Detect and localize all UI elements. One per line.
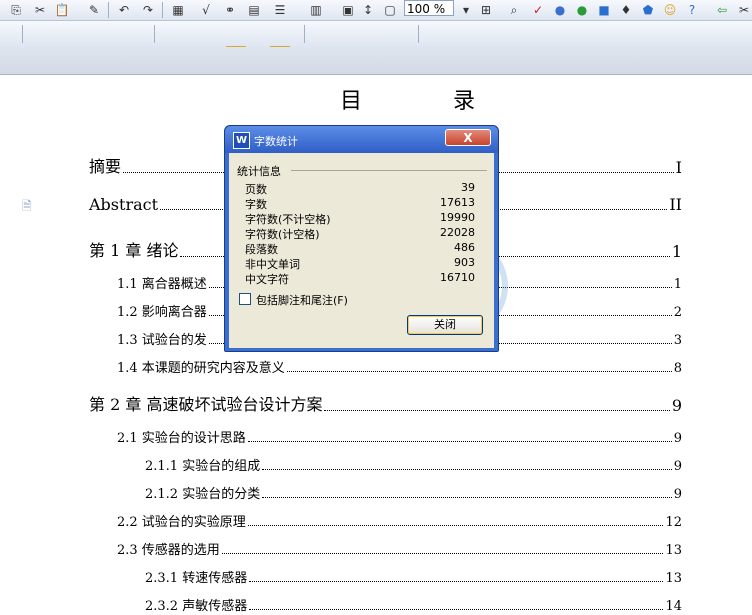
insert-table-icon[interactable]: ▤: [246, 2, 262, 18]
help-icon[interactable]: ?: [684, 2, 700, 18]
dialog-title: 字数统计: [254, 135, 298, 148]
stat-row: 字符数(计空格) 22028: [245, 226, 475, 241]
toc-entry[interactable]: 2.1 实验台的设计思路 9: [117, 427, 682, 446]
standard-toolbar: ⎘ ✂ 📋 ✎ ↶ ↷ ▦ √ ⚭ ▤ ☰ ▥ ▣ ↕ ▢ 100 % ▾ ⊞ …: [0, 0, 752, 21]
toc-entry[interactable]: 2.3.2 声敏传感器 14: [145, 595, 682, 614]
toolbar-separator: [162, 2, 163, 18]
word-count-dialog: W 字数统计 X 统计信息 页数 39 字数 17613 字符数(不计空格) 1…: [224, 125, 499, 352]
toc-entry[interactable]: 2.3 传感器的选用 13: [117, 539, 682, 558]
zoom-select[interactable]: 100 %: [404, 0, 454, 16]
chevron-down-icon[interactable]: ▾: [458, 2, 474, 18]
internet-icon[interactable]: ●: [552, 2, 568, 18]
toc-entry[interactable]: 2.1.2 实验台的分类 9: [145, 483, 682, 502]
toc-entry[interactable]: 2.3.1 转速传感器 13: [145, 567, 682, 586]
chart-icon[interactable]: ▥: [308, 2, 324, 18]
find-icon[interactable]: ⌕: [506, 2, 522, 18]
insert-object-icon[interactable]: ⊞: [478, 2, 494, 18]
show-formatting-icon[interactable]: ↕: [360, 2, 376, 18]
more-icon[interactable]: ✂: [736, 2, 752, 18]
close-button[interactable]: 关闭: [407, 315, 483, 335]
group-label: 统计信息: [237, 165, 281, 178]
include-footnotes-checkbox[interactable]: [239, 293, 251, 305]
toolbar-separator: [22, 25, 23, 43]
stat-row: 非中文单词 903: [245, 256, 475, 271]
formula-icon[interactable]: √: [198, 2, 214, 18]
toc-entry[interactable]: 2.1.1 实验台的组成 9: [145, 455, 682, 474]
feedback-icon[interactable]: ☺: [662, 2, 678, 18]
toolbar-separator: [418, 25, 419, 43]
redo-icon[interactable]: ↷: [140, 2, 156, 18]
spellcheck-icon[interactable]: ✓: [530, 2, 546, 18]
stat-row: 中文字符 16710: [245, 271, 475, 286]
toc-entry[interactable]: 第 2 章 高速破坏试验台设计方案 9: [89, 391, 682, 415]
group-divider: [291, 170, 487, 171]
toolbar-separator: [154, 25, 155, 43]
copy-icon[interactable]: ⎘: [8, 2, 24, 18]
dialog-titlebar[interactable]: W 字数统计 X: [225, 126, 498, 153]
share-icon[interactable]: ●: [574, 2, 590, 18]
skin-icon[interactable]: ♦: [618, 2, 634, 18]
security-icon[interactable]: ⬟: [640, 2, 656, 18]
document-map-icon[interactable]: ▣: [340, 2, 356, 18]
stat-row: 页数 39: [245, 181, 475, 196]
print-preview-icon[interactable]: ▢: [382, 2, 398, 18]
toc-entry[interactable]: 2.2 试验台的实验原理 12: [117, 511, 682, 530]
include-footnotes-label[interactable]: 包括脚注和尾注(F): [256, 292, 348, 308]
columns-icon[interactable]: ☰: [272, 2, 288, 18]
cut-icon[interactable]: ✂: [32, 2, 48, 18]
undo-icon[interactable]: ↶: [116, 2, 132, 18]
toolbar-separator: [304, 25, 305, 43]
dialog-body: 统计信息 页数 39 字数 17613 字符数(不计空格) 19990 字符数(…: [229, 153, 494, 348]
stat-row: 段落数 486: [245, 241, 475, 256]
paste-icon[interactable]: 📋: [54, 2, 70, 18]
format-painter-icon[interactable]: ✎: [86, 2, 102, 18]
stat-row: 字符数(不计空格) 19990: [245, 211, 475, 226]
page-title: 目 录: [340, 89, 517, 114]
hyperlink-icon[interactable]: ⚭: [222, 2, 238, 18]
document-icon[interactable]: 🗎: [22, 197, 34, 213]
table-insert-icon[interactable]: ▦: [170, 2, 186, 18]
toc-entry[interactable]: 1.4 本课题的研究内容及意义 8: [117, 357, 682, 376]
stat-row: 字数 17613: [245, 196, 475, 211]
ruler-area: [0, 47, 752, 75]
wps-icon[interactable]: ■: [596, 2, 612, 18]
formatting-toolbar: B I U A ☰ ☰ ☰ ☰ ☷ ↕ ▾ ≡ ≡ ⇤ ⇥ ✎ A A A X²…: [0, 21, 752, 64]
back-icon[interactable]: ⇦: [714, 2, 730, 18]
toolbar-separator: [108, 2, 109, 18]
wps-logo-icon: W: [233, 132, 250, 149]
close-icon[interactable]: X: [445, 129, 491, 146]
